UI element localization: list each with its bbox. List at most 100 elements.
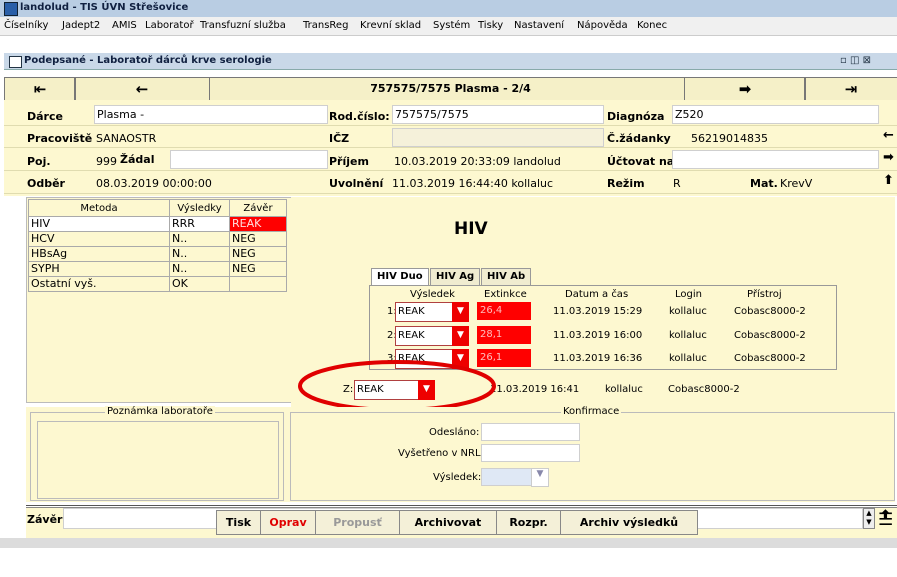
vysetreno-field[interactable]: [481, 444, 580, 462]
login-value: kollaluc: [669, 330, 707, 341]
arrow-right-icon[interactable]: ➡: [883, 150, 894, 165]
menu-tisky[interactable]: Tisky: [478, 20, 503, 31]
pristroj-value: Cobasc8000-2: [734, 330, 806, 341]
vysledky-cell: OK: [169, 276, 230, 292]
vysledek-select[interactable]: REAK: [395, 302, 455, 322]
menu-nastaveni[interactable]: Nastavení: [514, 20, 564, 31]
table-row[interactable]: HIV RRR REAK: [28, 216, 287, 232]
pracoviste-label: Pracoviště: [27, 132, 93, 145]
vysledky-cell: RRR: [169, 216, 230, 232]
chevron-down-icon[interactable]: ▼: [452, 326, 469, 346]
konfirmace-vysledek-select[interactable]: [481, 468, 533, 486]
rodcislo-field[interactable]: 757575/7575: [392, 105, 604, 124]
last-record-button[interactable]: ⇥: [804, 78, 897, 100]
col-datum: Datum a čas: [565, 289, 629, 300]
vysledek-select[interactable]: REAK: [395, 326, 455, 346]
tisk-button[interactable]: Tisk: [216, 510, 261, 535]
odeslano-label: Odesláno:: [429, 427, 480, 438]
col-login: Login: [675, 289, 702, 300]
zadal-field[interactable]: [170, 150, 328, 169]
uctovat-field[interactable]: [672, 150, 879, 169]
login-value: kollaluc: [669, 306, 707, 317]
chevron-down-icon[interactable]: ▼: [531, 468, 549, 487]
archiv-vysledku-button[interactable]: Archiv výsledků: [560, 510, 698, 535]
app-title: landolud - TIS ÚVN Střešovice: [20, 2, 189, 13]
mat-label: Mat.: [750, 177, 778, 190]
menu-konec[interactable]: Konec: [637, 20, 667, 31]
prijem-label: Příjem: [329, 155, 369, 168]
col-extinkce: Extinkce: [484, 289, 527, 300]
datum-value: 11.03.2019 15:29: [553, 306, 643, 317]
vysetreno-label: Vyšetřeno v NRL:: [398, 448, 484, 459]
mat-value: KrevV: [780, 177, 813, 190]
menu-laborator[interactable]: Laboratoř: [145, 20, 194, 31]
extinkce-value: 28,1: [477, 326, 531, 344]
zaver-cell: REAK: [229, 216, 287, 232]
icz-field[interactable]: [392, 128, 604, 147]
metoda-cell: Ostatní vyš.: [28, 276, 170, 292]
diagnoza-field[interactable]: Z520: [672, 105, 879, 124]
vysledky-cell: N..: [169, 261, 230, 277]
cislo-zadanky-label: Č.žádanky: [607, 132, 671, 145]
poznamka-textarea[interactable]: [37, 421, 279, 499]
konfirmace-title: Konfirmace: [561, 406, 622, 417]
menu-ciselniky[interactable]: Číselníky: [4, 20, 48, 31]
odeslano-field[interactable]: [481, 423, 580, 441]
chevron-down-icon[interactable]: ▼: [452, 302, 469, 322]
metoda-cell: HBsAg: [28, 246, 170, 262]
poznamka-title: Poznámka laboratoře: [105, 406, 215, 417]
window-controls[interactable]: ▫ ◫ ⊠: [840, 55, 871, 66]
zadal-label: Žádal: [120, 153, 155, 166]
z-pristroj: Cobasc8000-2: [668, 384, 740, 395]
menu-jadept2[interactable]: Jadept2: [62, 20, 100, 31]
propust-button[interactable]: Propusť: [315, 510, 400, 535]
table-row[interactable]: SYPH N.. NEG: [28, 261, 287, 277]
poj-label: Poj.: [27, 155, 51, 168]
rezim-label: Režim: [607, 177, 645, 190]
metoda-cell: HIV: [28, 216, 170, 232]
odber-value: 08.03.2019 00:00:00: [96, 177, 212, 190]
menu-krevni-sklad[interactable]: Krevní sklad: [360, 20, 421, 31]
menu-icon[interactable]: ☰: [878, 510, 893, 530]
z-datum: 11.03.2019 16:41: [490, 384, 580, 395]
menu-amis[interactable]: AMIS: [112, 20, 137, 31]
detail-title: HIV: [454, 219, 488, 239]
metoda-cell: HCV: [28, 231, 170, 247]
datum-value: 11.03.2019 16:00: [553, 330, 643, 341]
cislo-zadanky-value: 56219014835: [691, 132, 768, 145]
col-metoda: Metoda: [28, 199, 170, 217]
pracoviste-value: SANAOSTR: [96, 132, 157, 145]
login-value: kollaluc: [669, 353, 707, 364]
arrow-up-icon[interactable]: ⬆: [883, 173, 894, 188]
menu-system[interactable]: Systém: [433, 20, 470, 31]
vysledky-cell: N..: [169, 231, 230, 247]
darce-field[interactable]: Plasma -: [94, 105, 328, 124]
table-row[interactable]: Ostatní vyš. OK: [28, 276, 287, 292]
pristroj-value: Cobasc8000-2: [734, 353, 806, 364]
table-row[interactable]: HCV N.. NEG: [28, 231, 287, 247]
menu-transfuzni-sluzba[interactable]: Transfuzní služba: [200, 20, 286, 31]
app-icon: [4, 2, 18, 16]
pristroj-value: Cobasc8000-2: [734, 306, 806, 317]
arrow-left-icon[interactable]: ←: [883, 128, 894, 143]
separator: [26, 505, 897, 506]
menu-napoveda[interactable]: Nápověda: [577, 20, 628, 31]
rozpr-button[interactable]: Rozpr.: [496, 510, 561, 535]
menu-transreg[interactable]: TransReg: [303, 20, 348, 31]
diagnoza-label: Diagnóza: [607, 110, 665, 123]
window-title-bar: Podepsané - Laboratoř dárců krve serolog…: [4, 53, 897, 70]
table-row[interactable]: HBsAg N.. NEG: [28, 246, 287, 262]
col-vysledky: Výsledky: [169, 199, 230, 217]
oprav-button[interactable]: Oprav: [260, 510, 316, 535]
archivovat-button[interactable]: Archivovat: [399, 510, 497, 535]
uvolneni-value: 11.03.2019 16:44:40 kollaluc: [392, 177, 554, 190]
zaver-label: Závěr: [27, 513, 63, 526]
z-login: kollaluc: [605, 384, 643, 395]
zaver-spinner[interactable]: ▲ ▼: [863, 508, 875, 529]
app-title-bar: landolud - TIS ÚVN Střešovice: [0, 0, 897, 18]
zaver-cell: [229, 276, 287, 292]
prijem-value: 10.03.2019 20:33:09 landolud: [394, 155, 561, 168]
next-record-button[interactable]: ➡: [684, 78, 806, 100]
icz-label: IČZ: [329, 132, 350, 145]
rodcislo-label: Rod.číslo:: [329, 110, 390, 123]
